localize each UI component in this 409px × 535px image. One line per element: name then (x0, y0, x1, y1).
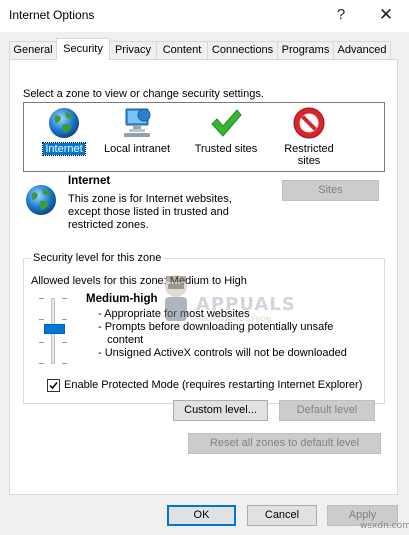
site-credit: wsxdn.com (360, 521, 409, 531)
help-button[interactable]: ? (326, 4, 356, 26)
default-level-button[interactable]: Default level (279, 400, 375, 421)
reset-all-zones-button[interactable]: Reset all zones to default level (188, 433, 381, 454)
zone-instruction: Select a zone to view or change security… (23, 88, 264, 100)
tab-privacy[interactable]: Privacy (109, 41, 157, 59)
sites-button[interactable]: Sites (282, 180, 379, 201)
tab-general[interactable]: General (9, 41, 57, 59)
zone-label-trusted-sites: Trusted sites (194, 143, 258, 155)
intranet-icon (120, 106, 154, 140)
slider-tick (62, 298, 67, 299)
cancel-button[interactable]: Cancel (247, 505, 317, 526)
window-title: Internet Options (9, 8, 95, 22)
checkmark-icon (209, 106, 243, 140)
protected-mode-label: Enable Protected Mode (requires restarti… (64, 379, 363, 391)
zone-internet[interactable]: Internet (26, 106, 102, 156)
zone-local-intranet[interactable]: Local intranet (99, 106, 175, 155)
tab-advanced[interactable]: Advanced (333, 41, 391, 59)
slider-tick (62, 342, 67, 343)
tab-content[interactable]: Content (156, 41, 208, 59)
allowed-levels-label: Allowed levels for this zone: Medium to … (31, 275, 247, 287)
security-tab-panel: Select a zone to view or change security… (9, 59, 398, 495)
zone-label-local-intranet: Local intranet (103, 143, 171, 155)
close-button[interactable]: ✕ (371, 4, 401, 26)
protected-mode-checkbox[interactable] (47, 379, 60, 392)
tab-connections[interactable]: Connections (207, 41, 278, 59)
title-bar: Internet Options ? ✕ (0, 0, 409, 32)
slider-tick (39, 342, 44, 343)
zone-info-description: This zone is for Internet websites, exce… (68, 193, 232, 231)
zone-restricted-sites[interactable]: Restricted sites (271, 106, 347, 167)
slider-thumb[interactable] (44, 324, 65, 334)
zone-label-internet: Internet (42, 142, 86, 156)
zone-info-globe-icon (24, 183, 58, 217)
slider-tick (39, 319, 44, 320)
zone-info-title: Internet (68, 175, 111, 187)
ok-button[interactable]: OK (167, 505, 236, 526)
security-level-group-title: Security level for this zone (31, 252, 164, 264)
slider-tick (39, 363, 44, 364)
slider-tick (62, 363, 67, 364)
security-level-name: Medium-high (86, 293, 158, 305)
tab-programs[interactable]: Programs (277, 41, 334, 59)
tab-security[interactable]: Security (56, 38, 110, 60)
check-icon (49, 382, 58, 390)
zone-trusted-sites[interactable]: Trusted sites (188, 106, 264, 155)
security-level-description: - Appropriate for most websites - Prompt… (98, 308, 347, 359)
globe-icon (47, 106, 81, 140)
slider-tick (39, 298, 44, 299)
slider-tick (62, 319, 67, 320)
zone-label-restricted-sites: Restricted sites (284, 143, 334, 167)
custom-level-button[interactable]: Custom level... (173, 400, 268, 421)
no-entry-icon (292, 106, 326, 140)
zone-list[interactable]: Internet Local intranet Trusted sites Re… (23, 102, 385, 172)
